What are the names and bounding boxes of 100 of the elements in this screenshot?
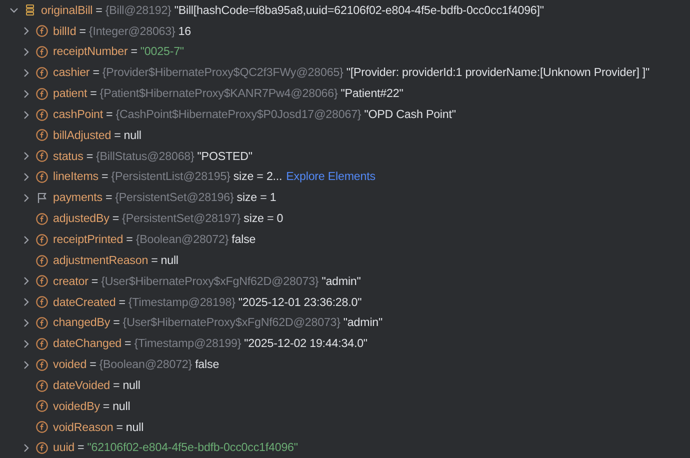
- field-icon: [36, 317, 48, 330]
- field-icon: [36, 171, 48, 184]
- equals-sign: =: [126, 232, 133, 248]
- field-name: billId: [53, 24, 76, 40]
- equals-sign: =: [130, 44, 138, 60]
- field-icon: [36, 421, 48, 434]
- equals-sign: =: [90, 357, 96, 374]
- field-value: false: [232, 232, 256, 248]
- field-value: size = 1: [236, 190, 276, 206]
- equals-sign: =: [151, 252, 158, 269]
- field-value: false: [195, 357, 220, 374]
- field-name: receiptNumber: [53, 44, 128, 60]
- field-value: "Patient#22": [340, 86, 404, 102]
- flag-icon: [36, 192, 48, 204]
- equals-sign: =: [86, 148, 94, 165]
- field-value: "Bill[hashCode=f8ba95a8,uuid=62106f02-e804-4f5e-bdfb-0cc0cc1f4096]": [174, 2, 544, 19]
- field-value: "2025-12-01 23:36:28.0": [238, 294, 362, 311]
- field-name: receiptPrinted: [53, 232, 124, 248]
- equals-sign: =: [90, 86, 97, 102]
- equals-sign: =: [106, 106, 113, 123]
- type-label: {Boolean@28072}: [99, 357, 192, 374]
- explore-link[interactable]: Explore Elements: [286, 168, 376, 186]
- equals-sign: =: [118, 294, 126, 311]
- field-icon: [36, 212, 48, 225]
- field-value: "POSTED": [197, 148, 252, 165]
- field-icon: [36, 234, 48, 246]
- equals-sign: =: [113, 315, 120, 332]
- field-name: dateVoided: [53, 378, 110, 394]
- field-name: originalBill: [41, 2, 93, 19]
- field-icon: [36, 442, 48, 454]
- field-value: null: [112, 398, 130, 415]
- field-name: cashier: [53, 65, 90, 82]
- field-icon: [36, 66, 48, 79]
- field-icon: [36, 108, 48, 121]
- field-value: "admin": [322, 274, 361, 290]
- field-value: "OPD Cash Point": [364, 106, 456, 123]
- type-label: {PersistentSet@28196}: [115, 190, 234, 206]
- field-value: size = 0: [244, 211, 284, 228]
- field-name: adjustmentReason: [53, 252, 148, 269]
- field-icon: [36, 254, 48, 267]
- field-name: voidedBy: [53, 398, 100, 415]
- type-label: {CashPoint$HibernateProxy$P0Josd17@28067}: [116, 106, 362, 123]
- field-name: voided: [53, 357, 87, 374]
- field-name: status: [53, 148, 84, 165]
- field-icon: [36, 400, 48, 412]
- field-name: dateCreated: [53, 294, 116, 311]
- field-icon: [36, 46, 48, 58]
- field-name: uuid: [53, 440, 75, 456]
- field-name: payments: [53, 190, 102, 206]
- type-label: {User$HibernateProxy$xFgNf62D@28073}: [122, 315, 340, 332]
- equals-sign: =: [91, 274, 98, 290]
- type-label: {BillStatus@28068}: [96, 148, 194, 165]
- field-icon: [36, 358, 48, 371]
- field-icon: [36, 275, 48, 288]
- field-icon: [36, 88, 48, 100]
- type-label: {PersistentSet@28197}: [122, 211, 241, 228]
- field-name: changedBy: [53, 315, 110, 332]
- equals-sign: =: [92, 65, 100, 82]
- field-value: null: [160, 252, 178, 269]
- field-value: size = 2...: [233, 169, 282, 186]
- equals-sign: =: [112, 211, 120, 228]
- type-label: {Bill@28192}: [105, 2, 172, 19]
- equals-sign: =: [96, 2, 102, 19]
- type-label: {Timestamp@28198}: [128, 294, 236, 311]
- equals-sign: =: [105, 190, 112, 206]
- type-label: {Integer@28063}: [88, 24, 176, 40]
- field-value: null: [122, 378, 140, 394]
- field-name: billAdjusted: [53, 128, 112, 144]
- field-value: null: [124, 128, 142, 144]
- equals-sign: =: [78, 440, 84, 456]
- field-value: null: [126, 420, 144, 436]
- field-icon: [36, 150, 48, 162]
- equals-sign: =: [116, 420, 123, 436]
- field-name: cashPoint: [53, 106, 104, 123]
- type-label: {Provider$HibernateProxy$QC2f3FWy@28065}: [102, 65, 344, 82]
- equals-sign: =: [102, 398, 110, 415]
- equals-sign: =: [124, 336, 132, 352]
- type-label: {Timestamp@28199}: [134, 336, 242, 352]
- equals-sign: =: [114, 128, 121, 144]
- field-name: creator: [53, 274, 88, 290]
- field-icon: [36, 129, 48, 142]
- type-label: {Patient$HibernateProxy$KANR7Pw4@28066}: [100, 86, 338, 102]
- type-label: {PersistentList@28195}: [111, 169, 230, 186]
- field-icon: [36, 380, 48, 392]
- field-name: adjustedBy: [53, 211, 110, 228]
- type-label: {Boolean@28072}: [136, 232, 229, 248]
- field-value: 16: [178, 24, 191, 40]
- field-icon: [36, 25, 48, 38]
- field-name: lineItems: [53, 169, 98, 186]
- field-name: dateChanged: [53, 336, 122, 352]
- field-value: "62106f02-e804-4f5e-bdfb-0cc0cc1f4096": [87, 440, 298, 456]
- equals-sign: =: [102, 169, 108, 186]
- field-name: voidReason: [53, 420, 114, 436]
- field-value: "0025-7": [140, 44, 184, 60]
- field-value: "[Provider: providerId:1 providerName:[Unknown Provider] ]": [346, 65, 650, 82]
- equals-sign: =: [79, 24, 86, 40]
- field-value: "2025-12-02 19:44:34.0": [244, 336, 368, 352]
- field-value: "admin": [343, 315, 383, 332]
- type-label: {User$HibernateProxy$xFgNf62D@28073}: [101, 274, 319, 290]
- equals-sign: =: [113, 378, 120, 394]
